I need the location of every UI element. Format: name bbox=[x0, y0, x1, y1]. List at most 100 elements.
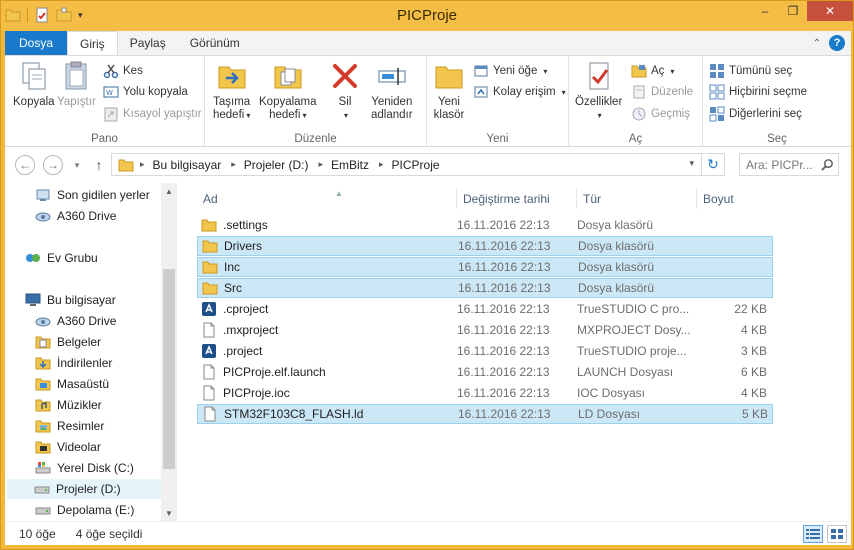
scrollbar-thumb[interactable] bbox=[163, 269, 175, 469]
group-select-label: Seç bbox=[767, 133, 787, 145]
nav-item-this-pc[interactable]: Bu bilgisayar bbox=[25, 290, 116, 310]
recent-locations-button[interactable]: ▾ bbox=[67, 155, 87, 175]
address-bar[interactable]: ▸ Bu bilgisayar ▸ Projeler (D:) ▸ EmBitz… bbox=[111, 153, 725, 176]
ribbon-right-controls: ⌃ ? bbox=[813, 35, 845, 51]
paste-button[interactable]: Yapıştır bbox=[57, 60, 96, 109]
history-button[interactable]: Geçmiş bbox=[631, 105, 690, 123]
search-input[interactable]: Ara: PICPr... bbox=[739, 153, 839, 176]
new-item-label: Yeni öğe bbox=[493, 65, 538, 77]
file-row[interactable]: Inc 16.11.2016 22:13 Dosya klasörü bbox=[197, 257, 773, 277]
chevron-down-icon: ▾ bbox=[246, 111, 251, 120]
minimize-button[interactable]: – bbox=[751, 1, 779, 21]
column-header-name[interactable]: Ad ▲ bbox=[197, 189, 457, 209]
maximize-button[interactable]: ❐ bbox=[779, 1, 807, 21]
file-size: 6 KB bbox=[740, 365, 767, 379]
column-header-label: Tür bbox=[583, 192, 601, 206]
window-controls: – ❐ ✕ bbox=[751, 1, 853, 21]
back-button[interactable]: ← bbox=[15, 155, 35, 175]
tab-home[interactable]: Giriş bbox=[67, 31, 118, 55]
move-to-button[interactable]: Taşıma hedefi ▾ bbox=[213, 60, 250, 122]
file-row[interactable]: STM32F103C8_FLASH.ld 16.11.2016 22:13 LD D… bbox=[197, 404, 773, 424]
details-view-icon bbox=[806, 529, 820, 539]
file-row[interactable]: Drivers 16.11.2016 22:13 Dosya klasörü bbox=[197, 236, 773, 256]
file-row[interactable]: .settings 16.11.2016 22:13 Dosya klasörü bbox=[197, 215, 773, 235]
nav-item-storage-e[interactable]: Depolama (E:) bbox=[35, 500, 134, 520]
paste-shortcut-button[interactable]: Kısayol yapıştır bbox=[103, 105, 202, 123]
file-row[interactable]: PICProje.ioc 16.11.2016 22:13 IOC Dosyası 4… bbox=[197, 383, 773, 403]
delete-button[interactable]: Sil ▾ bbox=[329, 60, 361, 122]
refresh-button[interactable]: ↻ bbox=[701, 153, 725, 176]
easy-access-button[interactable]: Kolay erişim ▾ bbox=[473, 83, 566, 101]
forward-button[interactable]: → bbox=[43, 155, 63, 175]
tab-file[interactable]: Dosya bbox=[5, 31, 68, 55]
file-row[interactable]: .mxproject 16.11.2016 22:13 MXPROJECT Dosy… bbox=[197, 320, 773, 340]
sort-ascending-icon: ▲ bbox=[335, 189, 343, 198]
edit-button[interactable]: Düzenle bbox=[631, 83, 693, 101]
invert-selection-button[interactable]: Diğerlerini seç bbox=[709, 105, 802, 123]
chevron-down-icon: ▾ bbox=[543, 66, 548, 76]
large-icons-view-button[interactable] bbox=[827, 525, 847, 543]
file-name-cell: Inc bbox=[198, 259, 458, 275]
file-row[interactable]: .project 16.11.2016 22:13 TrueSTUDIO proje… bbox=[197, 341, 773, 361]
file-row[interactable]: .cproject 16.11.2016 22:13 TrueSTUDIO C pr… bbox=[197, 299, 773, 319]
copy-path-button[interactable]: W Yolu kopyala bbox=[103, 83, 188, 101]
nav-item-local-disk-c[interactable]: Yerel Disk (C:) bbox=[35, 458, 134, 478]
help-icon[interactable]: ? bbox=[829, 35, 845, 51]
nav-item-pictures[interactable]: Resimler bbox=[35, 416, 104, 436]
folder-icon bbox=[202, 282, 218, 295]
breadcrumb-this-pc[interactable]: Bu bilgisayar bbox=[153, 158, 222, 172]
navigation-pane-scrollbar[interactable]: ▲ ▼ bbox=[161, 183, 177, 521]
breadcrumb-picproje[interactable]: PICProje bbox=[392, 158, 440, 172]
cloud-drive-icon bbox=[35, 212, 51, 222]
nav-item-a360-drive[interactable]: A360 Drive bbox=[35, 206, 116, 226]
details-view-button[interactable] bbox=[803, 525, 823, 543]
move-to-label-1: Taşıma bbox=[213, 96, 251, 108]
chevron-down-icon: ▾ bbox=[302, 111, 307, 120]
breadcrumb-embitz[interactable]: EmBitz bbox=[331, 158, 369, 172]
column-header-type[interactable]: Tür bbox=[577, 189, 697, 209]
large-icons-view-icon bbox=[831, 529, 843, 539]
copy-to-button[interactable]: Kopyalama hedefi ▾ bbox=[259, 60, 317, 122]
nav-item-homegroup[interactable]: Ev Grubu bbox=[25, 248, 98, 268]
cut-button[interactable]: Kes bbox=[103, 62, 143, 80]
nav-item-documents[interactable]: Belgeler bbox=[35, 332, 101, 352]
tab-share[interactable]: Paylaş bbox=[118, 31, 178, 55]
downloads-folder-icon bbox=[35, 357, 51, 370]
copy-label: Kopyala bbox=[13, 96, 55, 108]
nav-item-downloads[interactable]: İndirilenler bbox=[35, 353, 112, 373]
nav-item-label: İndirilenler bbox=[57, 356, 113, 370]
column-header-date[interactable]: Değiştirme tarihi bbox=[457, 189, 577, 209]
copy-button[interactable]: Kopyala bbox=[13, 60, 55, 109]
up-button[interactable]: ↑ bbox=[89, 155, 109, 175]
nav-item-videos[interactable]: Videolar bbox=[35, 437, 101, 457]
properties-button[interactable]: Özellikler ▾ bbox=[575, 60, 622, 122]
file-type: LAUNCH Dosyası bbox=[577, 365, 674, 379]
nav-item-recent-places[interactable]: Son gidilen yerler bbox=[35, 185, 150, 205]
file-type: Dosya klasörü bbox=[578, 239, 655, 253]
scroll-up-icon[interactable]: ▲ bbox=[161, 183, 177, 199]
breadcrumb-projects-drive[interactable]: Projeler (D:) bbox=[244, 158, 309, 172]
new-item-button[interactable]: Yeni öğe ▾ bbox=[473, 62, 547, 80]
new-folder-button[interactable]: Yeni klasör bbox=[433, 60, 465, 122]
select-none-button[interactable]: Hiçbirini seçme bbox=[709, 83, 807, 101]
group-new-label: Yeni bbox=[486, 133, 509, 145]
status-bar: 10 öğe 4 öğe seçildi bbox=[5, 521, 851, 545]
file-row[interactable]: PICProje.elf.launch 16.11.2016 22:13 LAUNC… bbox=[197, 362, 773, 382]
nav-item-music[interactable]: Müzikler bbox=[35, 395, 102, 415]
file-name-cell: .cproject bbox=[197, 301, 457, 317]
column-header-size[interactable]: Boyut bbox=[697, 189, 773, 209]
nav-item-desktop[interactable]: Masaüstü bbox=[35, 374, 109, 394]
nav-item-projects-d[interactable]: Projeler (D:) bbox=[7, 479, 163, 499]
file-name-cell: .settings bbox=[197, 217, 457, 233]
file-row[interactable]: Src 16.11.2016 22:13 Dosya klasörü bbox=[197, 278, 773, 298]
ribbon-collapse-icon[interactable]: ⌃ bbox=[813, 38, 821, 49]
close-button[interactable]: ✕ bbox=[807, 1, 853, 21]
select-all-button[interactable]: Tümünü seç bbox=[709, 62, 792, 80]
tab-view[interactable]: Görünüm bbox=[178, 31, 252, 55]
scroll-down-icon[interactable]: ▼ bbox=[161, 505, 177, 521]
rename-button[interactable]: Yeniden adlandır bbox=[371, 60, 413, 122]
nav-item-a360-drive-pc[interactable]: A360 Drive bbox=[35, 311, 116, 331]
address-dropdown-icon[interactable]: ▾ bbox=[689, 158, 694, 169]
open-button[interactable]: Aç ▾ bbox=[631, 62, 674, 80]
file-icon bbox=[203, 322, 215, 338]
